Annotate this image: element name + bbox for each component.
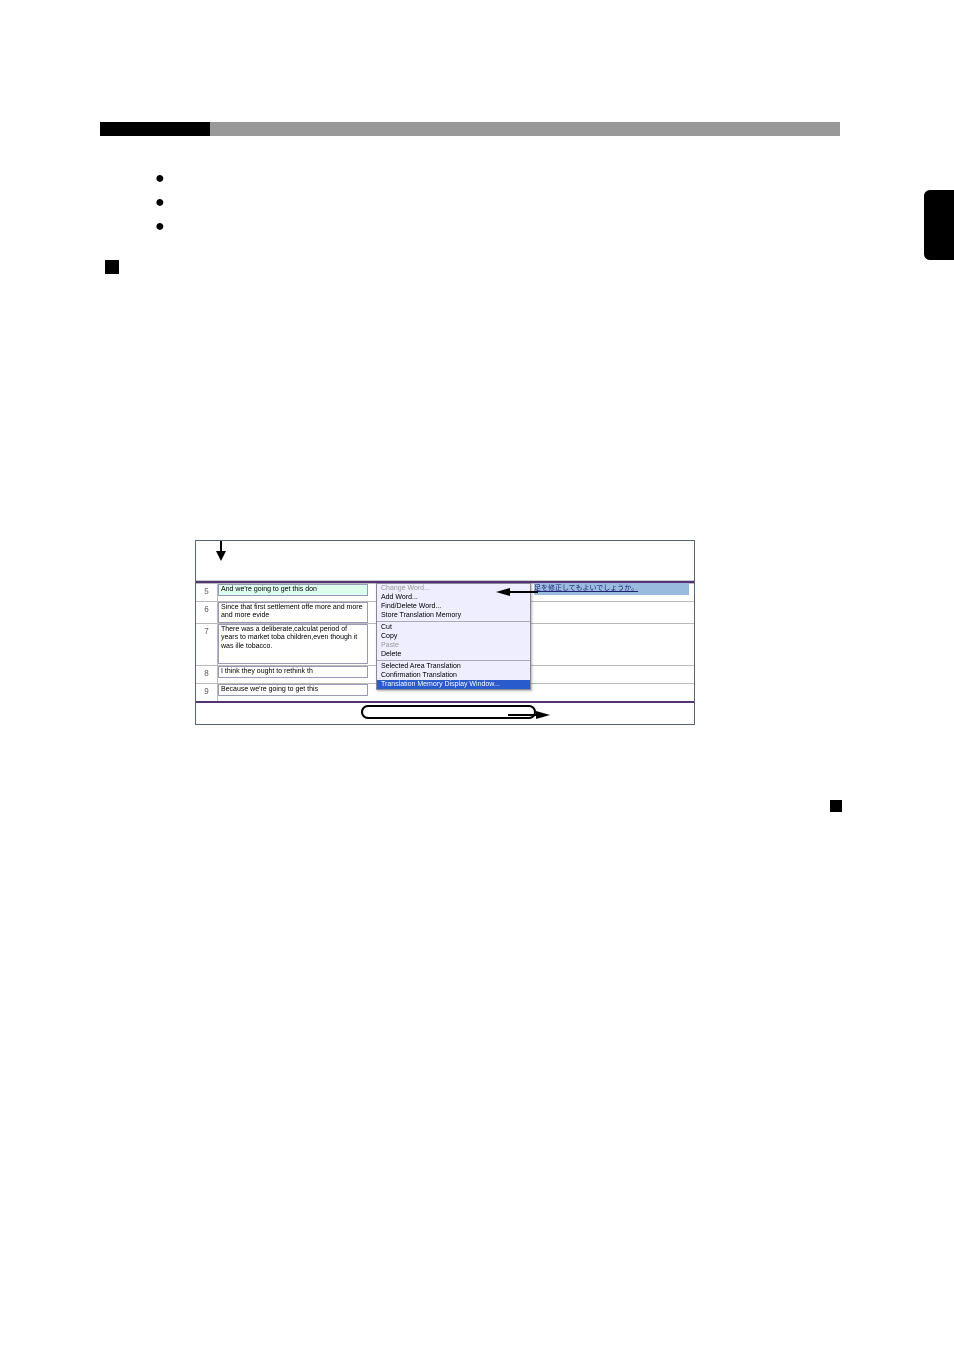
highlight-oval — [361, 705, 536, 719]
table-rows: 5 And we're going to get this don 6 Sinc… — [196, 581, 694, 703]
section-marker-icon — [105, 260, 119, 274]
menu-selected-area-translation[interactable]: Selected Area Translation — [377, 662, 530, 671]
row-text[interactable]: Since that first settlement offe more an… — [218, 602, 368, 623]
bullet-item — [155, 218, 173, 236]
row-text[interactable]: And we're going to get this don — [218, 584, 368, 596]
menu-confirmation-translation[interactable]: Confirmation Translation — [377, 671, 530, 680]
menu-divider — [377, 660, 530, 661]
translation-cell[interactable]: 足を修正してもよいでしょうか。 — [534, 583, 689, 595]
row-number: 7 — [196, 624, 218, 665]
screenshot-header — [196, 541, 694, 581]
bullet-list — [155, 170, 173, 242]
menu-store-tm[interactable]: Store Translation Memory — [377, 611, 530, 620]
bullet-item — [155, 170, 173, 188]
arrow-down-icon — [216, 551, 226, 561]
menu-cut[interactable]: Cut — [377, 623, 530, 632]
row-text[interactable]: I think they ought to rethink th — [218, 666, 368, 678]
bullet-item — [155, 194, 173, 212]
row-number: 9 — [196, 684, 218, 701]
page-top-rule — [100, 122, 840, 136]
menu-delete[interactable]: Delete — [377, 650, 530, 659]
row-text[interactable]: Because we're going to get this — [218, 684, 368, 696]
screenshot-panel: 5 And we're going to get this don 6 Sinc… — [195, 540, 695, 725]
arrow-right-icon — [536, 711, 550, 719]
page-side-tab — [924, 190, 954, 260]
menu-divider — [377, 621, 530, 622]
menu-tm-display-window[interactable]: Translation Memory Display Window... — [377, 680, 530, 689]
menu-copy[interactable]: Copy — [377, 632, 530, 641]
menu-find-delete-word[interactable]: Find/Delete Word... — [377, 602, 530, 611]
arrow-left-icon — [496, 588, 510, 596]
row-text[interactable]: There was a deliberate,calculat period o… — [218, 624, 368, 664]
rule-black — [100, 122, 210, 136]
row-number: 5 — [196, 584, 218, 601]
row-number: 6 — [196, 602, 218, 623]
menu-paste[interactable]: Paste — [377, 641, 530, 650]
rule-gray — [210, 122, 840, 136]
row-number: 8 — [196, 666, 218, 683]
section-marker-icon — [830, 800, 842, 812]
context-menu: Change Word... Add Word... Find/Delete W… — [376, 583, 531, 690]
